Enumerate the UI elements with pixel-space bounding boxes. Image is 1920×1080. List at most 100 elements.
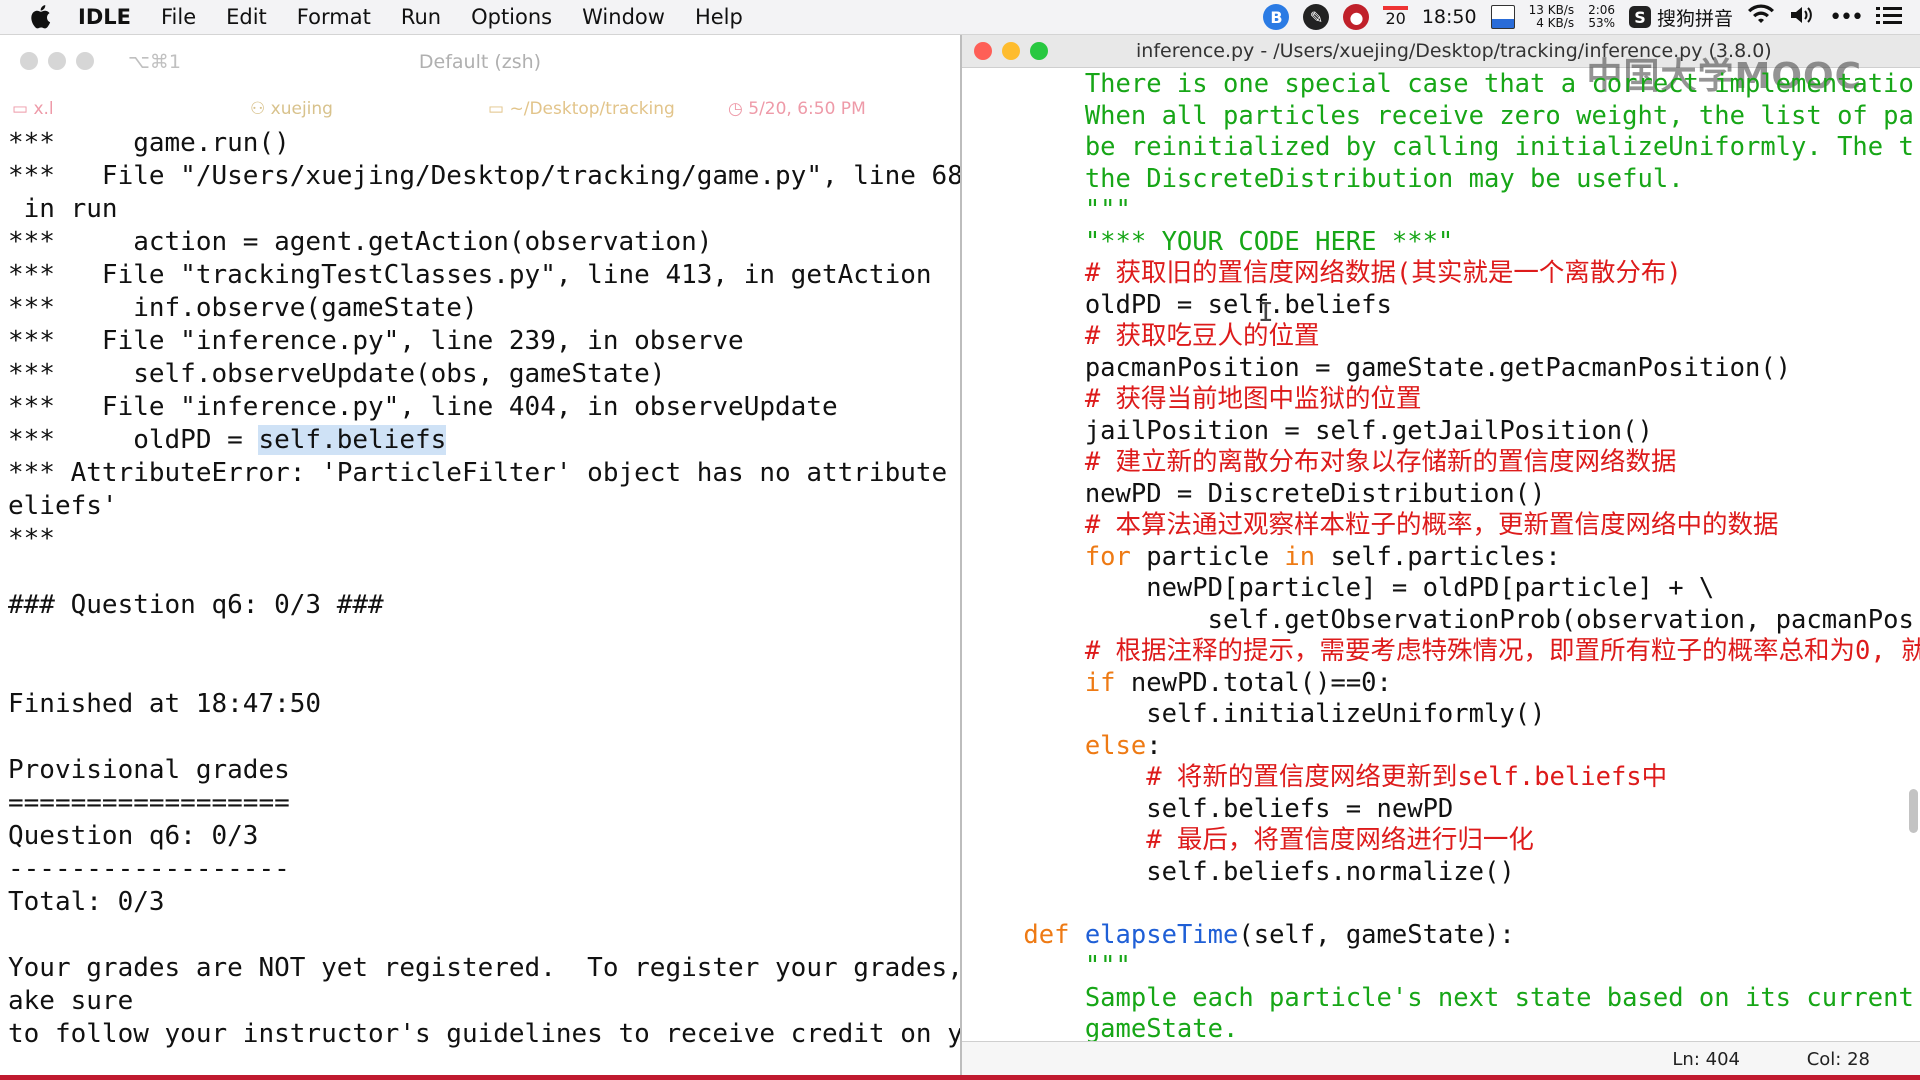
code-line: """ [962,951,1920,983]
output-line: *** AttributeError: 'ParticleFilter' obj… [8,458,995,488]
code-token: # 最后，将置信度网络进行归一化 [962,825,1534,855]
code-token: for [962,541,1131,572]
code-token: particle [1130,541,1285,572]
code-token: # 获得当前地图中监狱的位置 [962,384,1422,414]
editor-scrollbar[interactable] [1909,789,1918,833]
code-line: # 获取吃豆人的位置 [962,321,1920,353]
code-line: self.beliefs.normalize() [962,857,1920,889]
status-tray: B ✎ ● 20 18:50 13 KB/s 4 KB/s 2:06 53% S 搜狗… [1263,0,1902,34]
code-line: be reinitialized by calling initializeUn… [962,132,1920,164]
code-token: gameState. [962,1014,1239,1044]
code-line: self.beliefs = newPD [962,794,1920,826]
time-label: ◷ 5/20, 6:50 PM [728,99,866,119]
selected-text[interactable]: self.beliefs [258,425,447,455]
code-line: # 最后，将置信度网络进行归一化 [962,825,1920,857]
code-line: # 将新的置信度网络更新到self.beliefs中 [962,762,1920,794]
code-token: # 本算法通过观察样本粒子的概率，更新置信度网络中的数据 [962,510,1779,540]
network-rates[interactable]: 13 KB/s 4 KB/s [1529,4,1574,30]
code-line: # 根据注释的提示，需要考虑特殊情况，即置所有粒子的概率总和为0, 就 [962,636,1920,668]
menu-app-idle[interactable]: IDLE [78,5,131,29]
terminal-info-bar: ▭ x.l ⚇ xuejing ▭ ~/Desktop/tracking ◷ 5… [0,91,960,129]
code-line: self.getObservationProb(observation, pac… [962,605,1920,637]
code-token: When all particles receive zero weight, … [962,100,1914,131]
question-score: Question q6: 0/3 [8,821,259,851]
output-line: ake sure [8,986,134,1016]
total-score: Total: 0/3 [8,887,165,917]
code-line: oldPD = self.beliefs [962,290,1920,322]
code-line: if newPD.total()==0: [962,668,1920,700]
code-token: # 将新的置信度网络更新到self.beliefs中 [962,762,1668,792]
code-token: """ [962,951,1131,981]
code-token: else [962,730,1147,761]
output-line: *** File "inference.py", line 239, in ob… [8,326,744,356]
code-token: newPD = DiscreteDistribution() [962,478,1546,509]
control-center-icon[interactable] [1876,5,1902,30]
code-token: pacmanPosition = gameState.getPacmanPosi… [962,352,1792,383]
battery-status[interactable]: 2:06 53% [1588,4,1615,30]
code-line: jailPosition = self.getJailPosition() [962,416,1920,448]
apple-icon[interactable] [28,4,54,30]
zoom-button[interactable] [1030,42,1048,60]
path-label: ▭ ~/Desktop/tracking [488,99,675,119]
code-token: """ [962,195,1131,225]
record-app-icon[interactable]: ● [1343,4,1370,30]
ime-icon[interactable]: S 搜狗拼音 [1629,4,1733,31]
code-line: for particle in self.particles: [962,542,1920,574]
menu-options[interactable]: Options [471,5,552,29]
close-button[interactable] [974,42,992,60]
output-line: *** File "trackingTestClasses.py", line … [8,260,932,290]
code-line: # 建立新的离散分布对象以存储新的置信度网络数据 [962,447,1920,479]
menu-run[interactable]: Run [401,5,441,29]
menu-bar: IDLE File Edit Format Run Options Window… [0,0,1920,35]
code-token: # 获取旧的置信度网络数据(其实就是一个离散分布) [962,258,1682,288]
output-line: Your grades are NOT yet registered. To r… [8,953,995,983]
terminal-output[interactable]: *** game.run() *** File "/Users/xuejing/… [8,127,995,1051]
code-token: elapseTime [1084,919,1239,950]
terminal-titlebar: ⌥⌘1 Default (zsh) [0,35,960,91]
code-line: # 获得当前地图中监狱的位置 [962,384,1920,416]
code-token: if [962,667,1116,698]
cpu-meter-icon[interactable] [1490,5,1515,29]
code-token: newPD[particle] = oldPD[particle] + \ [962,573,1715,603]
output-line: *** self.observeUpdate(obs, gameState) [8,359,666,389]
output-line: *** game.run() [8,128,290,158]
code-token: "*** YOUR CODE HERE ***" [962,226,1454,257]
code-editor[interactable]: There is one special case that a correct… [962,69,1920,1044]
editor-titlebar: inference.py - /Users/xuejing/Desktop/tr… [962,35,1920,97]
code-line: # 本算法通过观察样本粒子的概率，更新置信度网络中的数据 [962,510,1920,542]
more-icon[interactable]: ••• [1829,5,1864,30]
code-token: There is one special case that a correct… [962,69,1914,99]
pen-app-icon[interactable]: ✎ [1303,4,1330,30]
code-line: Sample each particle's next state based … [962,983,1920,1015]
bluetooth-app-icon[interactable]: B [1263,4,1290,30]
code-token: # 根据注释的提示，需要考虑特殊情况，即置所有粒子的概率总和为0, 就 [962,636,1920,666]
code-line: def elapseTime(self, gameState): [962,920,1920,952]
wifi-icon[interactable] [1747,3,1775,31]
output-line: *** File "/Users/xuejing/Desktop/trackin… [8,161,995,191]
code-line: When all particles receive zero weight, … [962,101,1920,133]
code-token: : [1146,730,1162,761]
code-token: (self, gameState): [1238,919,1515,950]
volume-icon[interactable] [1789,4,1815,31]
menu-file[interactable]: File [161,5,196,29]
rule-line: ------------------ [8,854,290,884]
output-line: *** oldPD = self.beliefs [8,425,447,455]
clock-time[interactable]: 18:50 [1422,6,1477,28]
menu-window[interactable]: Window [582,5,665,29]
menu-edit[interactable]: Edit [226,5,267,29]
code-token: the DiscreteDistribution may be useful. [962,163,1684,194]
column-number: Col: 28 [1806,1049,1870,1070]
terminal-window: ⌥⌘1 Default (zsh) ▭ x.l ⚇ xuejing ▭ ~/De… [0,35,995,1075]
minimize-button[interactable] [1002,42,1020,60]
terminal-file-tab[interactable]: ▭ x.l [12,99,54,119]
menu-help[interactable]: Help [695,5,743,29]
menu-format[interactable]: Format [297,5,371,29]
code-token: self.initializeUniformly() [962,699,1546,729]
code-token: self.particles: [1315,541,1561,572]
code-token: self.beliefs = newPD [962,793,1454,824]
code-token: self.getObservationProb(observation, pac… [962,604,1914,635]
user-label: ⚇ xuejing [250,99,333,119]
calendar-icon[interactable]: 20 [1383,6,1408,28]
